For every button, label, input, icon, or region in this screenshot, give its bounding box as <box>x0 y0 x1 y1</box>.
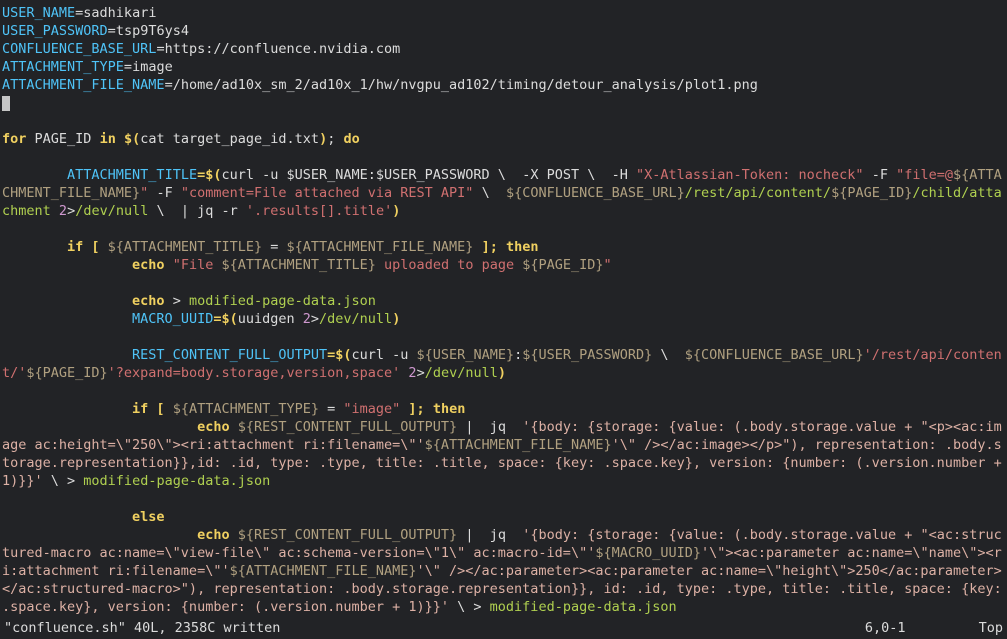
env-var-name: ATTACHMENT_FILE_NAME <box>2 77 165 93</box>
keyword-do: do <box>343 131 359 147</box>
assignment-var: MACRO_UUID <box>132 311 213 327</box>
status-scroll-pos: Top <box>979 620 1003 636</box>
vim-editor-buffer[interactable]: USER_NAME=sadhikari USER_PASSWORD=tsp9T6… <box>0 0 1007 620</box>
subshell-open: $( <box>124 131 140 147</box>
env-var-name: USER_PASSWORD <box>2 23 108 39</box>
keyword-else: else <box>132 509 165 525</box>
env-var-value: tsp9T6ys4 <box>116 23 189 39</box>
env-var-value: sadhikari <box>83 5 156 21</box>
keyword-for: for <box>2 131 26 147</box>
text-cursor <box>2 96 10 111</box>
loop-var: PAGE_ID <box>35 131 92 147</box>
keyword-echo: echo <box>197 419 230 435</box>
curl-header: "X-Atlassian-Token: nocheck" <box>636 167 864 183</box>
env-var-name: USER_NAME <box>2 5 75 21</box>
subshell-open: =$( <box>197 167 221 183</box>
env-var-value: /home/ad10x_sm_2/ad10x_1/hw/nvgpu_ad102/… <box>173 77 758 93</box>
jq-filter: '.results[].title' <box>246 203 392 219</box>
loop-iter-cmd: cat target_page_id.txt <box>140 131 319 147</box>
env-var-value: image <box>132 59 173 75</box>
status-cursor-pos: 6,0-1 <box>865 620 906 636</box>
vim-status-line: "confluence.sh" 40L, 2358C written6,0-1 … <box>0 617 1007 639</box>
assignment-var: ATTACHMENT_TITLE <box>67 167 197 183</box>
assignment-var: REST_CONTENT_FULL_OUTPUT <box>132 347 327 363</box>
keyword-if: if [ <box>67 239 108 255</box>
env-var-name: ATTACHMENT_TYPE <box>2 59 124 75</box>
output-file: modified-page-data.json <box>83 473 270 489</box>
subshell-close: ) <box>319 131 327 147</box>
keyword-if: if [ <box>132 401 173 417</box>
curl-cmd: curl -u $USER_NAME:$USER_PASSWORD \ -X P… <box>221 167 636 183</box>
env-var-value: https://confluence.nvidia.com <box>165 41 401 57</box>
keyword-then: then <box>506 239 539 255</box>
keyword-echo: echo <box>132 257 165 273</box>
env-var-name: CONFLUENCE_BASE_URL <box>2 41 156 57</box>
keyword-echo: echo <box>197 527 230 543</box>
status-file-info: "confluence.sh" 40L, 2358C written <box>4 619 280 637</box>
keyword-in: in <box>100 131 116 147</box>
output-file: modified-page-data.json <box>490 599 677 615</box>
keyword-echo: echo <box>132 293 165 309</box>
keyword-then: then <box>433 401 466 417</box>
output-file: modified-page-data.json <box>189 293 376 309</box>
